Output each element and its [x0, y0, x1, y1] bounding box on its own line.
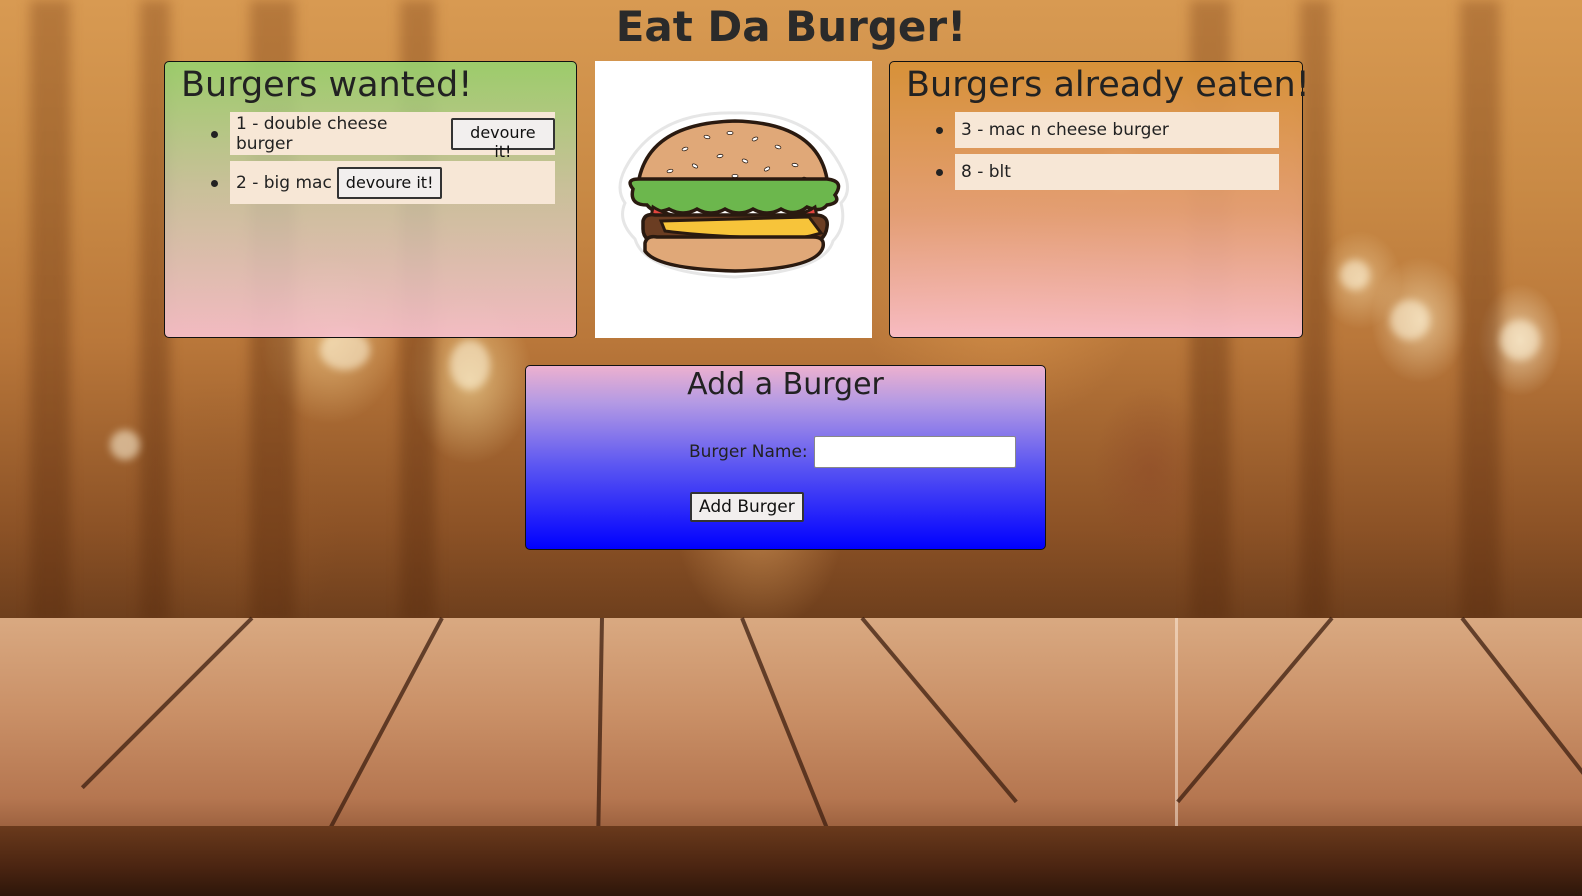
add-burger-button[interactable]: Add Burger	[690, 492, 804, 522]
eaten-burger-label: 8 - blt	[961, 162, 1011, 182]
eaten-burger-label: 3 - mac n cheese burger	[961, 120, 1169, 140]
wanted-burger-label: 1 - double cheese burger	[236, 113, 388, 154]
burger-icon	[618, 111, 849, 279]
add-burger-title: Add a Burger	[687, 367, 884, 402]
burgers-eaten-list: 3 - mac n cheese burger 8 - blt	[890, 112, 1302, 196]
bullet-icon	[936, 127, 943, 134]
bullet-icon	[211, 130, 218, 138]
burgers-wanted-title: Burgers wanted!	[181, 65, 473, 105]
burgers-wanted-list: 1 - double cheese burger devoure it! 2 -…	[165, 112, 576, 210]
burger-image	[595, 61, 872, 338]
devour-button[interactable]: devoure it!	[336, 166, 443, 199]
wanted-burger-item: 1 - double cheese burger devoure it!	[211, 112, 555, 161]
table-edge	[0, 826, 1582, 896]
burger-name-row: Burger Name:	[689, 436, 1016, 468]
burgers-eaten-panel: Burgers already eaten! 3 - mac n cheese …	[889, 61, 1310, 338]
add-burger-panel: Add a Burger Burger Name: Add Burger	[525, 365, 1046, 550]
page-title: Eat Da Burger!	[615, 2, 967, 51]
bullet-icon	[211, 179, 218, 187]
wanted-burger-label: 2 - big mac	[236, 172, 332, 193]
burger-name-input[interactable]	[813, 436, 1016, 468]
eaten-burger-item: 3 - mac n cheese burger	[936, 112, 1279, 148]
burgers-wanted-panel: Burgers wanted! 1 - double cheese burger…	[164, 61, 577, 338]
wanted-burger-item: 2 - big mac devoure it!	[211, 161, 555, 204]
eaten-burger-item: 8 - blt	[936, 154, 1279, 190]
burgers-eaten-title: Burgers already eaten!	[906, 65, 1310, 105]
bullet-icon	[936, 169, 943, 176]
burger-name-label: Burger Name:	[689, 442, 808, 462]
devour-button[interactable]: devoure it!	[450, 117, 555, 161]
